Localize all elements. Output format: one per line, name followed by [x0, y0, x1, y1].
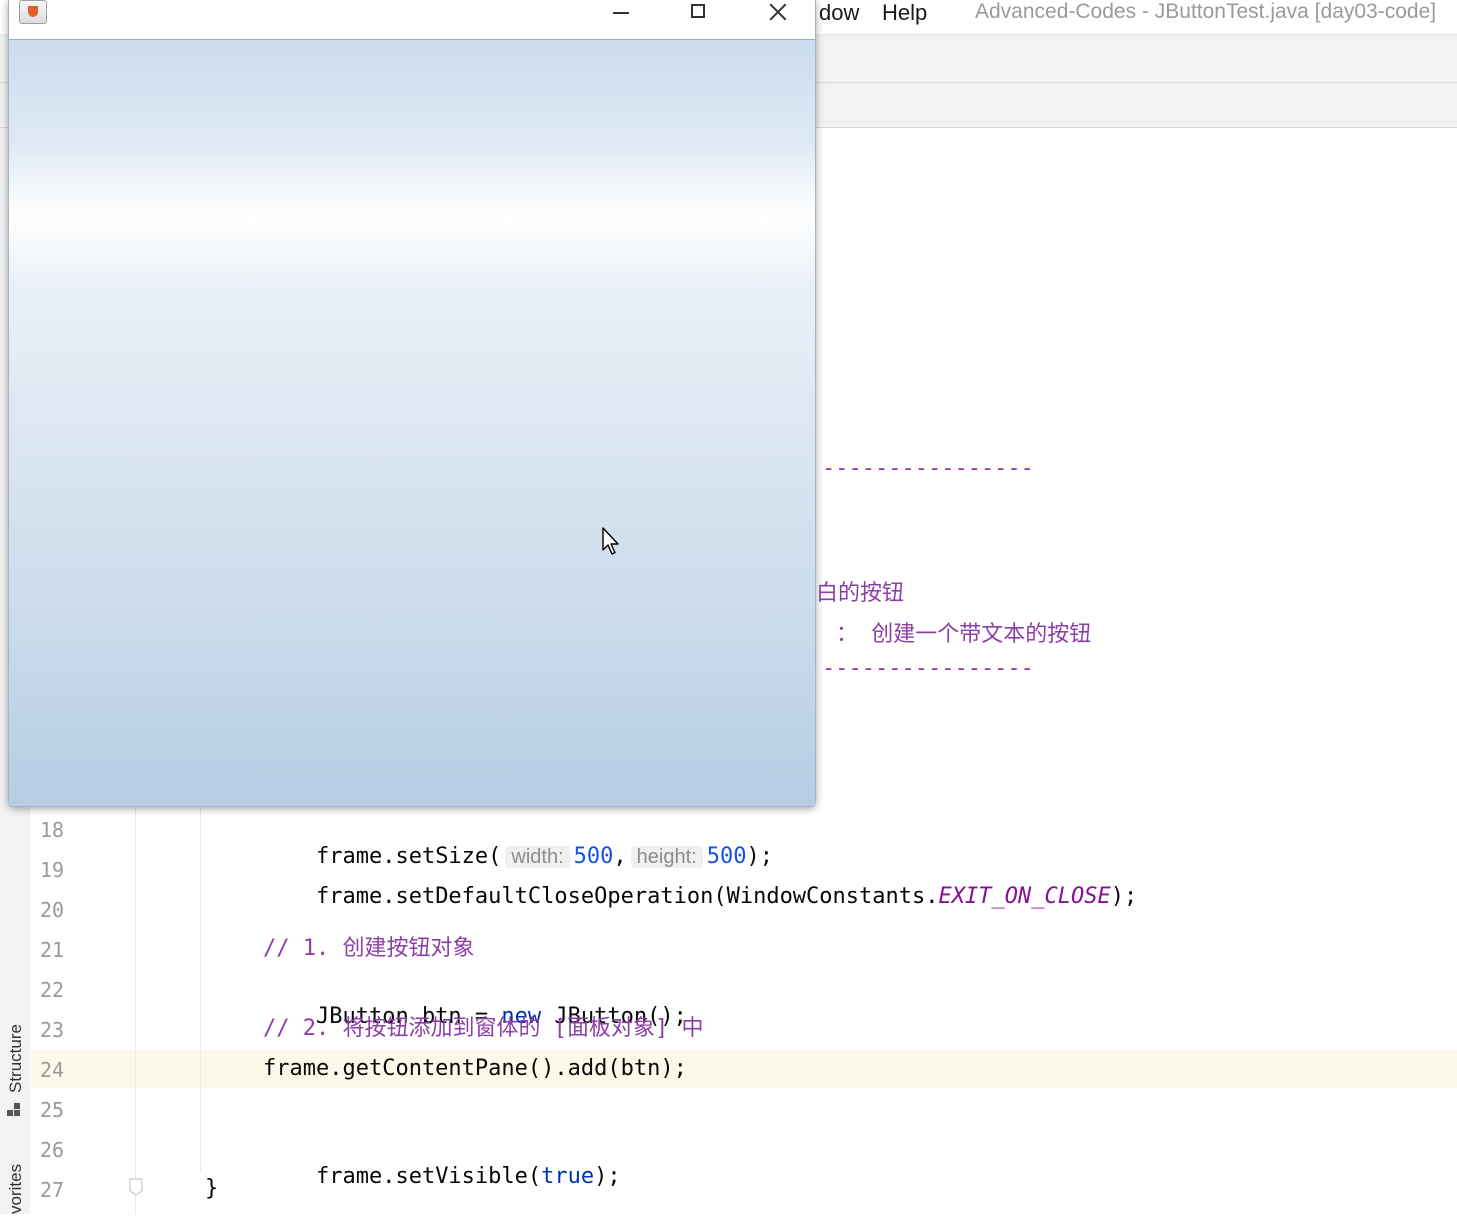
line-number: 21 — [40, 938, 65, 962]
line-number: 20 — [40, 898, 65, 922]
code-line-26[interactable]: frame.setVisible(true); — [263, 1135, 621, 1219]
maximize-button[interactable] — [669, 0, 729, 30]
line-number: 22 — [40, 978, 65, 1002]
menu-help[interactable]: Help — [882, 0, 927, 26]
code-line-19[interactable]: frame.setDefaultCloseOperation(WindowCon… — [263, 855, 1137, 939]
code-line-24[interactable]: frame.getContentPane().add(btn); — [263, 1055, 687, 1083]
line-number: 25 — [40, 1098, 65, 1122]
comment-dashes-bottom: ---------------- — [822, 656, 1034, 681]
menu-window[interactable]: dow — [819, 0, 859, 26]
close-icon — [768, 2, 788, 22]
line-number: 19 — [40, 858, 65, 882]
jbutton-content-area[interactable] — [9, 39, 815, 806]
line-number: 24 — [40, 1058, 65, 1082]
java-app-icon[interactable] — [19, 0, 47, 24]
code-line-23[interactable]: // 2. 将按钮添加到窗体的 [面板对象] 中 — [263, 1015, 703, 1043]
java-frame-titlebar[interactable] — [9, 0, 815, 39]
code-line-21[interactable]: // 1. 创建按钮对象 — [263, 935, 474, 963]
comment-dashes-top: ---------------- — [822, 456, 1034, 481]
structure-icon — [7, 1103, 21, 1117]
tool-tab-favorites[interactable]: vorites — [6, 1164, 26, 1214]
ide-window-title: Advanced-Codes - JButtonTest.java [day03… — [975, 0, 1437, 23]
close-button[interactable] — [747, 0, 807, 30]
line-number: 27 — [40, 1178, 65, 1202]
mouse-cursor-icon — [602, 527, 619, 555]
maximize-icon — [691, 4, 705, 18]
line-number: 23 — [40, 1018, 65, 1042]
code-line-27[interactable]: } — [205, 1175, 218, 1203]
minimize-button[interactable] — [591, 0, 651, 30]
comment-fragment-a: 白的按钮 — [816, 581, 905, 606]
tool-tab-structure[interactable]: Structure — [6, 1024, 26, 1093]
line-number: 18 — [40, 818, 65, 842]
comment-fragment-b: ： 创建一个带文本的按钮 — [836, 622, 1092, 647]
fold-icon[interactable] — [128, 1177, 144, 1197]
line-number: 26 — [40, 1138, 65, 1162]
java-frame-window[interactable] — [8, 0, 816, 807]
minimize-icon — [613, 12, 629, 14]
